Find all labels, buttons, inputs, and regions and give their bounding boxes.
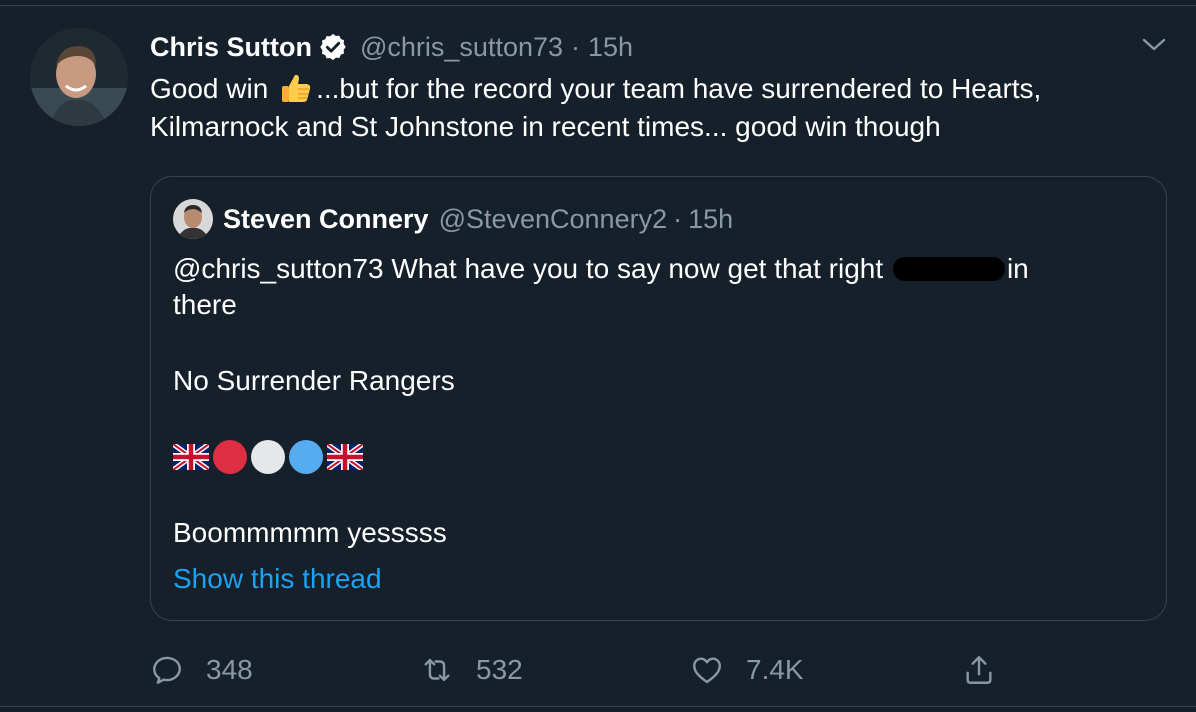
author-display-name[interactable]: Chris Sutton [150,32,312,63]
tweet-actions: 348 532 7.4K [150,650,1010,690]
retweet-icon [424,658,450,682]
share-icon [966,656,992,684]
quoted-header: Steven Connery @StevenConnery2 · 15h [223,201,733,237]
quoted-avatar [173,199,213,239]
author-handle[interactable]: @chris_sutton73 [360,32,563,63]
tweet-header: Chris Sutton @chris_sutton73 · 15h [150,30,633,64]
thumbs-up-icon [282,74,311,102]
red-circle-icon [213,440,247,474]
blue-circle-icon [289,440,323,474]
quoted-display-name: Steven Connery [223,203,429,234]
heart-icon [693,657,721,684]
tweet-timestamp[interactable]: 15h [588,32,633,63]
show-thread-link[interactable]: Show this thread [173,563,382,595]
quoted-avatar-image [173,199,213,239]
emoji-row [173,439,363,475]
uk-flag-icon [327,444,363,470]
quoted-text-line-4: Boommmmm yesssss [173,517,447,548]
tweet: Chris Sutton @chris_sutton73 · 15h Good … [0,0,1196,712]
tweet-text: Good win ...but for the record your team… [150,70,1160,146]
quoted-separator: · [673,203,683,234]
avatar[interactable] [30,28,128,126]
white-circle-icon [251,440,285,474]
uk-flag-icon [173,444,209,470]
quoted-timestamp: 15h [688,203,734,234]
quoted-text-part-2: in [1006,253,1029,284]
quoted-text-part-1: @chris_sutton73 What have you to say now… [173,253,891,284]
header-separator: · [571,31,581,62]
verified-badge-icon [320,33,346,61]
reply-count: 348 [206,654,253,685]
chevron-down-icon[interactable] [1140,36,1168,54]
quoted-text-line-1: @chris_sutton73 What have you to say now… [173,251,1029,287]
like-button[interactable]: 7.4K [690,650,804,690]
share-button[interactable] [962,650,996,690]
quoted-tweet[interactable]: Steven Connery @StevenConnery2 · 15h @ch… [150,176,1167,621]
bottom-divider [0,706,1196,707]
retweet-count: 532 [476,654,523,685]
quoted-handle: @StevenConnery2 [438,203,668,234]
quoted-text-line-3: No Surrender Rangers [173,365,455,396]
reply-icon [153,656,181,684]
quoted-text-line-2: there [173,289,237,320]
top-divider [0,0,1196,6]
avatar-image [30,28,128,126]
redaction-mark [892,257,1005,281]
tweet-text-part-1: Good win [150,73,277,104]
like-count: 7.4K [746,654,804,685]
reply-button[interactable]: 348 [150,650,253,690]
retweet-button[interactable]: 532 [420,650,523,690]
